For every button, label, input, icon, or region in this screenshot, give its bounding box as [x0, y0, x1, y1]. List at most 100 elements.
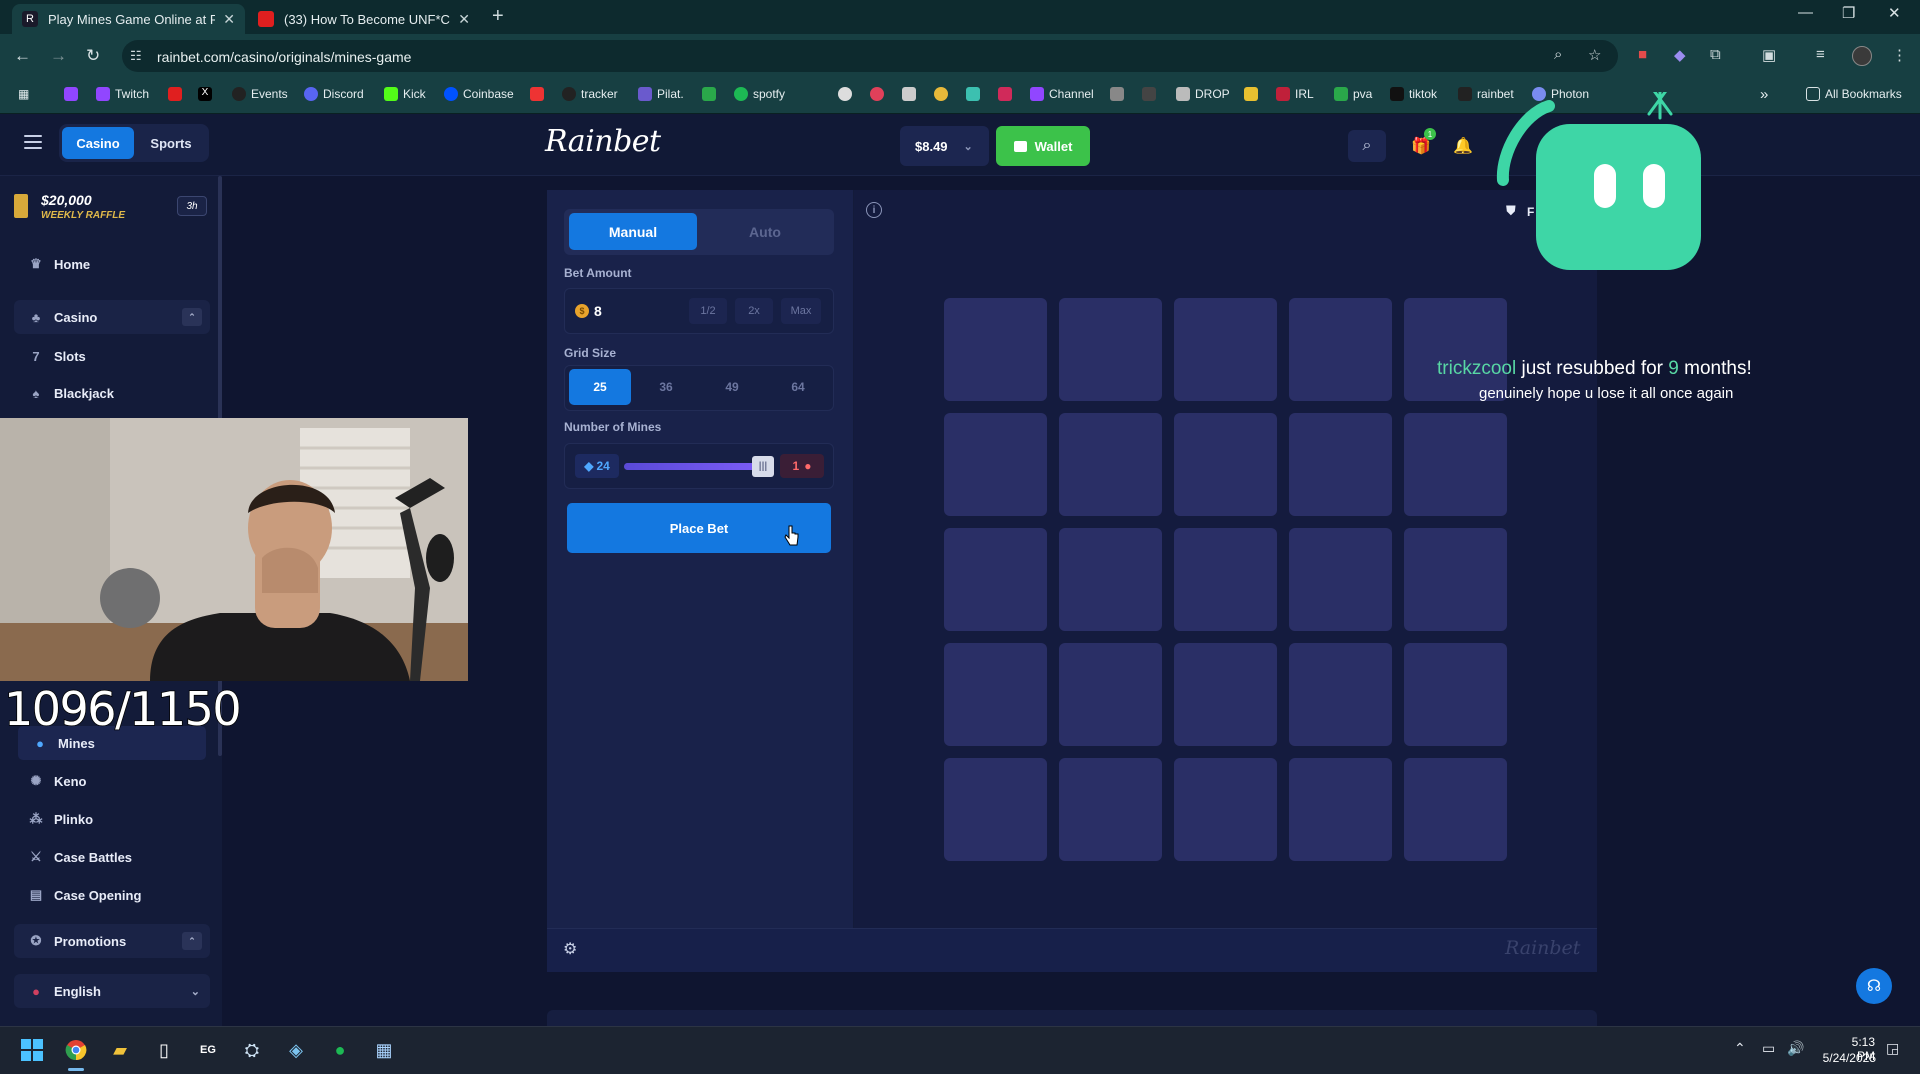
grid-size-option-25[interactable]: 25 [569, 369, 631, 405]
bookmark-icon[interactable] [1142, 85, 1161, 103]
bookmark-pilat[interactable]: Pilat. [638, 85, 684, 103]
mines-slider[interactable] [624, 463, 764, 470]
document-icon[interactable]: ▯ [151, 1037, 177, 1063]
mine-tile[interactable] [1059, 413, 1162, 516]
bookmark-icon[interactable] [168, 85, 187, 103]
mine-tile[interactable] [1059, 298, 1162, 401]
mine-tile[interactable] [1174, 528, 1277, 631]
casino-toggle-button[interactable]: Casino [62, 127, 134, 159]
bookmark-icon[interactable] [934, 85, 953, 103]
collapse-icon[interactable]: ⌃ [182, 932, 202, 950]
bookmark-icon[interactable] [702, 85, 721, 103]
sidebar-item-casino[interactable]: ♣ Casino ⌃ [14, 300, 210, 334]
close-tab-icon[interactable]: ✕ [223, 11, 235, 28]
notifications-icon[interactable]: ◲ [1886, 1040, 1899, 1057]
gear-icon[interactable]: ⚙ [563, 939, 577, 959]
manual-mode-button[interactable]: Manual [569, 213, 697, 250]
close-tab-icon[interactable]: ✕ [458, 11, 470, 28]
bookmark-icon[interactable] [966, 85, 985, 103]
collapse-icon[interactable]: ⌃ [182, 308, 202, 326]
bookmark-icon[interactable] [530, 85, 549, 103]
mine-tile[interactable] [1174, 413, 1277, 516]
windows-start-icon[interactable] [19, 1037, 45, 1063]
mine-tile[interactable] [1289, 528, 1392, 631]
close-window-icon[interactable]: ✕ [1888, 4, 1901, 22]
mine-tile[interactable] [1174, 758, 1277, 861]
mine-tile[interactable] [944, 528, 1047, 631]
mine-tile[interactable] [1059, 758, 1162, 861]
grid-size-option-64[interactable]: 64 [767, 369, 829, 405]
bet-amount-value[interactable]: 8 [594, 303, 602, 319]
bookmark-discord[interactable]: Discord [304, 85, 364, 103]
mine-tile[interactable] [944, 298, 1047, 401]
mine-tile[interactable] [1404, 413, 1507, 516]
bell-icon[interactable]: 🔔 [1444, 130, 1482, 162]
mine-tile[interactable] [1404, 528, 1507, 631]
apps-grid-icon[interactable]: ▦ [18, 85, 29, 103]
menu-hamburger-icon[interactable] [24, 135, 42, 149]
bookmark-drop[interactable]: DROP [1176, 85, 1230, 103]
sports-toggle-button[interactable]: Sports [138, 127, 204, 159]
balance-dropdown[interactable]: $8.49 ⌄ [900, 126, 989, 166]
grid-size-option-36[interactable]: 36 [635, 369, 697, 405]
info-icon[interactable]: i [866, 202, 882, 218]
bookmark-twitch[interactable]: Twitch [96, 85, 149, 103]
mine-tile[interactable] [1174, 643, 1277, 746]
bookmark-pva[interactable]: pva [1334, 85, 1372, 103]
steam-icon[interactable]: ⛭ [239, 1037, 265, 1063]
wallet-button[interactable]: Wallet [996, 126, 1090, 166]
mine-tile[interactable] [1289, 413, 1392, 516]
chrome-icon[interactable] [63, 1037, 89, 1063]
bookmark-icon[interactable] [838, 85, 857, 103]
grid-size-option-49[interactable]: 49 [701, 369, 763, 405]
tab-search-icon[interactable]: ▣ [1762, 46, 1776, 64]
reload-icon[interactable]: ↻ [86, 46, 100, 66]
bookmarks-overflow-icon[interactable]: » [1760, 85, 1768, 103]
mine-tile[interactable] [944, 758, 1047, 861]
bookmark-tiktok[interactable]: tiktok [1390, 85, 1437, 103]
url-text[interactable]: rainbet.com/casino/originals/mines-game [157, 49, 411, 65]
mine-tile[interactable] [1404, 643, 1507, 746]
sidebar-item-plinko[interactable]: ⁂ Plinko [14, 802, 210, 836]
bookmark-tracker[interactable]: tracker [562, 85, 618, 103]
profile-avatar[interactable] [1852, 46, 1872, 66]
sidebar-item-case-battles[interactable]: ⚔ Case Battles [14, 840, 210, 874]
browser-tab-active[interactable]: R Play Mines Game Online at Rai ✕ [12, 4, 245, 34]
sidebar-item-keno[interactable]: ✺ Keno [14, 764, 210, 798]
volume-icon[interactable]: 🔊 [1787, 1040, 1804, 1057]
mine-tile[interactable] [1059, 528, 1162, 631]
bookmark-icon[interactable] [902, 85, 921, 103]
rainbet-logo[interactable]: Rainbet [545, 124, 661, 159]
all-bookmarks[interactable]: All Bookmarks [1806, 85, 1902, 103]
extension-icon[interactable]: ■ [1638, 46, 1647, 63]
mines-slider-handle[interactable]: ||| [752, 456, 774, 477]
new-tab-button[interactable]: + [492, 5, 504, 28]
spotify-icon[interactable]: ● [327, 1037, 353, 1063]
max-bet-button[interactable]: Max [781, 298, 821, 324]
sidebar-item-blackjack[interactable]: ♠ Blackjack [14, 376, 210, 410]
mine-tile[interactable] [1174, 298, 1277, 401]
language-selector[interactable]: ● English ⌄ [14, 974, 210, 1008]
tray-overflow-icon[interactable]: ⌃ [1734, 1040, 1746, 1057]
sidebar-item-promotions[interactable]: ✪ Promotions ⌃ [14, 924, 210, 958]
mine-tile[interactable] [944, 643, 1047, 746]
menu-kebab-icon[interactable]: ⋮ [1892, 46, 1907, 64]
mine-tile[interactable] [1059, 643, 1162, 746]
minimize-icon[interactable]: — [1798, 4, 1813, 21]
bookmark-irl[interactable]: IRL [1276, 85, 1314, 103]
bookmark-icon[interactable] [64, 85, 83, 103]
mine-tile[interactable] [1289, 758, 1392, 861]
bookmark-coinbase[interactable]: Coinbase [444, 85, 514, 103]
mine-tile[interactable] [1404, 758, 1507, 861]
mine-tile[interactable] [1289, 298, 1392, 401]
zoom-icon[interactable]: ⌕ [1554, 46, 1562, 63]
sidebar-item-home[interactable]: ♛ Home [14, 247, 210, 281]
app-icon[interactable]: ◈ [283, 1037, 309, 1063]
bookmark-star-icon[interactable]: ☆ [1588, 46, 1601, 64]
bookmark-channel[interactable]: Channel [1030, 85, 1094, 103]
support-chat-button[interactable]: ☊ [1856, 968, 1892, 1004]
bookmark-events[interactable]: Events [232, 85, 288, 103]
half-bet-button[interactable]: 1/2 [689, 298, 727, 324]
search-icon[interactable]: ⌕ [1348, 130, 1386, 162]
auto-mode-button[interactable]: Auto [701, 213, 829, 250]
